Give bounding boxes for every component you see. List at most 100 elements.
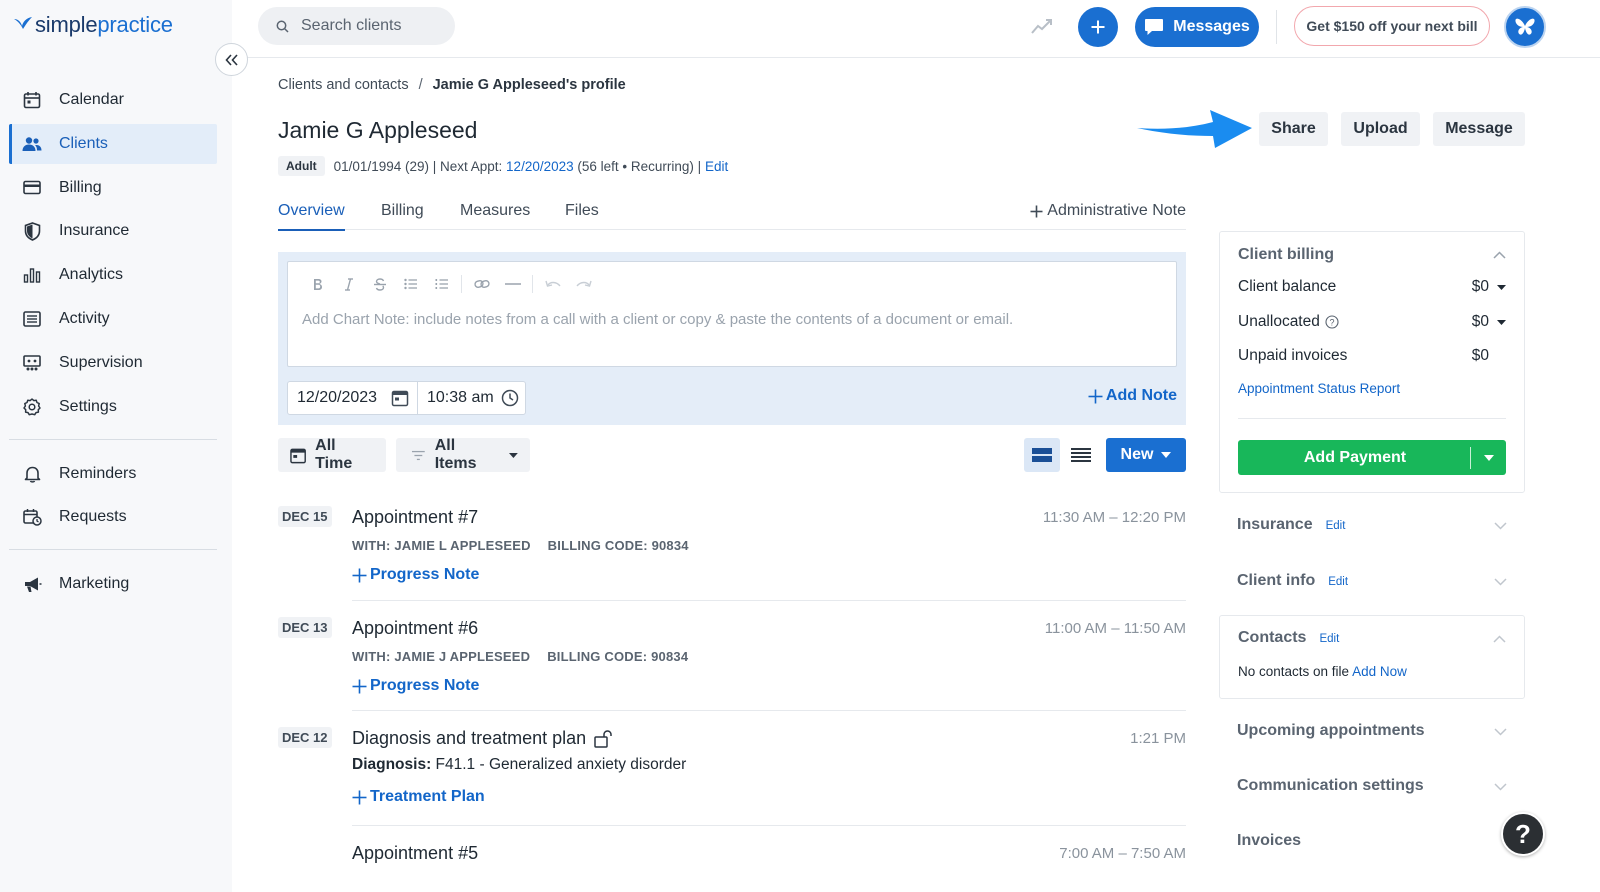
progress-note-link[interactable]: Progress Note [352, 566, 479, 584]
progress-note-link[interactable]: Progress Note [352, 677, 479, 695]
time-filter-button[interactable]: All Time [278, 437, 386, 472]
insurance-section[interactable]: Insurance Edit [1219, 516, 1525, 540]
unallocated-value[interactable]: $0 [1472, 313, 1506, 331]
topbar-divider [1276, 10, 1277, 44]
note-date-field[interactable]: 12/20/2023 [288, 382, 418, 414]
add-note-button[interactable]: Add Note [1088, 387, 1177, 405]
sidebar-item-activity[interactable]: Activity [9, 299, 217, 339]
upcoming-appointments-section[interactable]: Upcoming appointments [1219, 722, 1525, 746]
chevron-down-icon[interactable] [1494, 578, 1507, 586]
chevron-down-icon[interactable] [1494, 783, 1507, 791]
search-input[interactable] [301, 17, 451, 35]
shield-icon [22, 221, 42, 241]
chevron-up-icon[interactable] [1493, 635, 1506, 643]
new-button[interactable]: New [1106, 438, 1186, 472]
compact-view-button[interactable] [1063, 438, 1099, 472]
toolbar-separator [461, 275, 462, 293]
entry-title[interactable]: Appointment #5 [352, 843, 478, 864]
sidebar-item-analytics[interactable]: Analytics [9, 255, 217, 295]
search-icon [276, 20, 289, 33]
communication-settings-section[interactable]: Communication settings [1219, 777, 1525, 801]
sidebar-item-calendar[interactable]: Calendar [9, 80, 217, 120]
tab-measures[interactable]: Measures [460, 202, 530, 220]
add-payment-dropdown[interactable] [1470, 446, 1506, 469]
help-button[interactable]: ? [1501, 812, 1545, 856]
no-contacts-text: No contacts on file [1238, 664, 1350, 679]
help-circle-icon[interactable]: ? [1325, 315, 1339, 329]
entry-time: 11:30 AM – 12:20 PM [1042, 509, 1186, 526]
sidebar-item-insurance[interactable]: Insurance [9, 211, 217, 251]
treatment-plan-link[interactable]: Treatment Plan [352, 788, 485, 806]
unpaid-invoices-row: Unpaid invoices $0 [1238, 347, 1506, 365]
numbered-list-icon[interactable] [426, 274, 457, 294]
search-bar[interactable] [258, 7, 455, 45]
message-button[interactable]: Message [1433, 112, 1525, 146]
create-button[interactable] [1078, 7, 1118, 47]
avatar[interactable] [1504, 6, 1546, 48]
butterfly-icon [1515, 18, 1535, 35]
client-balance-value[interactable]: $0 [1472, 278, 1506, 296]
add-contact-link[interactable]: Add Now [1352, 664, 1407, 679]
undo-icon[interactable] [537, 274, 568, 294]
tab-billing[interactable]: Billing [381, 202, 424, 220]
tab-overview[interactable]: Overview [278, 202, 345, 231]
entry-title[interactable]: Diagnosis and treatment plan [352, 728, 614, 749]
chart-note-editor[interactable]: Add Chart Note: include notes from a cal… [287, 261, 1177, 367]
expanded-view-button[interactable] [1024, 438, 1060, 472]
new-label: New [1120, 446, 1154, 463]
bullet-list-icon[interactable] [395, 274, 426, 294]
bold-icon[interactable] [302, 274, 333, 294]
list-icon [22, 309, 42, 329]
note-datetime: 12/20/2023 10:38 am [287, 381, 526, 415]
sidebar-item-reminders[interactable]: Reminders [9, 454, 217, 494]
edit-client-link[interactable]: Edit [705, 159, 728, 174]
client-balance-label: Client balance [1238, 278, 1337, 295]
promo-button[interactable]: Get $150 off your next bill [1294, 6, 1490, 46]
chevron-down-icon[interactable] [1494, 728, 1507, 736]
tab-files[interactable]: Files [565, 202, 599, 220]
unpaid-invoices-label: Unpaid invoices [1238, 347, 1348, 364]
administrative-note-button[interactable]: Administrative Note [1030, 202, 1186, 220]
client-info-edit-link[interactable]: Edit [1328, 576, 1348, 588]
next-appointment-link[interactable]: 12/20/2023 [506, 159, 574, 174]
sidebar-item-settings[interactable]: Settings [9, 387, 217, 427]
client-info-title: Client info [1237, 572, 1316, 589]
sidebar-item-clients[interactable]: Clients [9, 123, 217, 164]
client-balance-amount: $0 [1471, 278, 1489, 295]
sidebar-item-supervision[interactable]: Supervision [9, 343, 217, 383]
collapse-sidebar-button[interactable] [215, 43, 248, 76]
note-time-value: 10:38 am [427, 389, 494, 406]
sidebar-item-marketing[interactable]: Marketing [9, 564, 217, 604]
chevron-up-icon[interactable] [1493, 251, 1506, 259]
breadcrumb-link-clients[interactable]: Clients and contacts [278, 77, 409, 93]
chevron-down-icon[interactable] [1494, 522, 1507, 530]
note-time-field[interactable]: 10:38 am [418, 382, 525, 414]
plus-icon [1091, 20, 1105, 34]
sidebar-item-billing[interactable]: Billing [9, 168, 217, 208]
entry-title[interactable]: Appointment #7 [352, 507, 478, 528]
share-button[interactable]: Share [1259, 112, 1328, 146]
appointment-status-report-link[interactable]: Appointment Status Report [1238, 381, 1400, 396]
megaphone-icon [22, 574, 42, 594]
logo[interactable]: simple practice [13, 12, 173, 38]
add-payment-button[interactable]: Add Payment [1238, 440, 1506, 475]
messages-button[interactable]: Messages [1135, 7, 1259, 47]
entry-title[interactable]: Appointment #6 [352, 618, 478, 639]
insurance-edit-link[interactable]: Edit [1326, 520, 1346, 532]
time-filter-label: All Time [315, 437, 353, 472]
client-info-section[interactable]: Client info Edit [1219, 572, 1525, 596]
horizontal-rule-icon[interactable] [497, 274, 528, 294]
strikethrough-icon[interactable] [364, 274, 395, 294]
contacts-edit-link[interactable]: Edit [1319, 633, 1339, 645]
upload-button[interactable]: Upload [1341, 112, 1420, 146]
top-bar: Messages Get $150 off your next bill [232, 0, 1600, 58]
italic-icon[interactable] [333, 274, 364, 294]
items-filter-button[interactable]: All Items [396, 437, 530, 472]
invoices-section[interactable]: Invoices [1219, 832, 1525, 856]
upcoming-appointments-title: Upcoming appointments [1237, 722, 1425, 739]
sidebar-item-requests[interactable]: Requests [9, 497, 217, 537]
redo-icon[interactable] [568, 274, 599, 294]
link-icon[interactable] [466, 274, 497, 294]
credit-card-icon [22, 178, 42, 198]
trending-icon[interactable] [1030, 14, 1054, 38]
